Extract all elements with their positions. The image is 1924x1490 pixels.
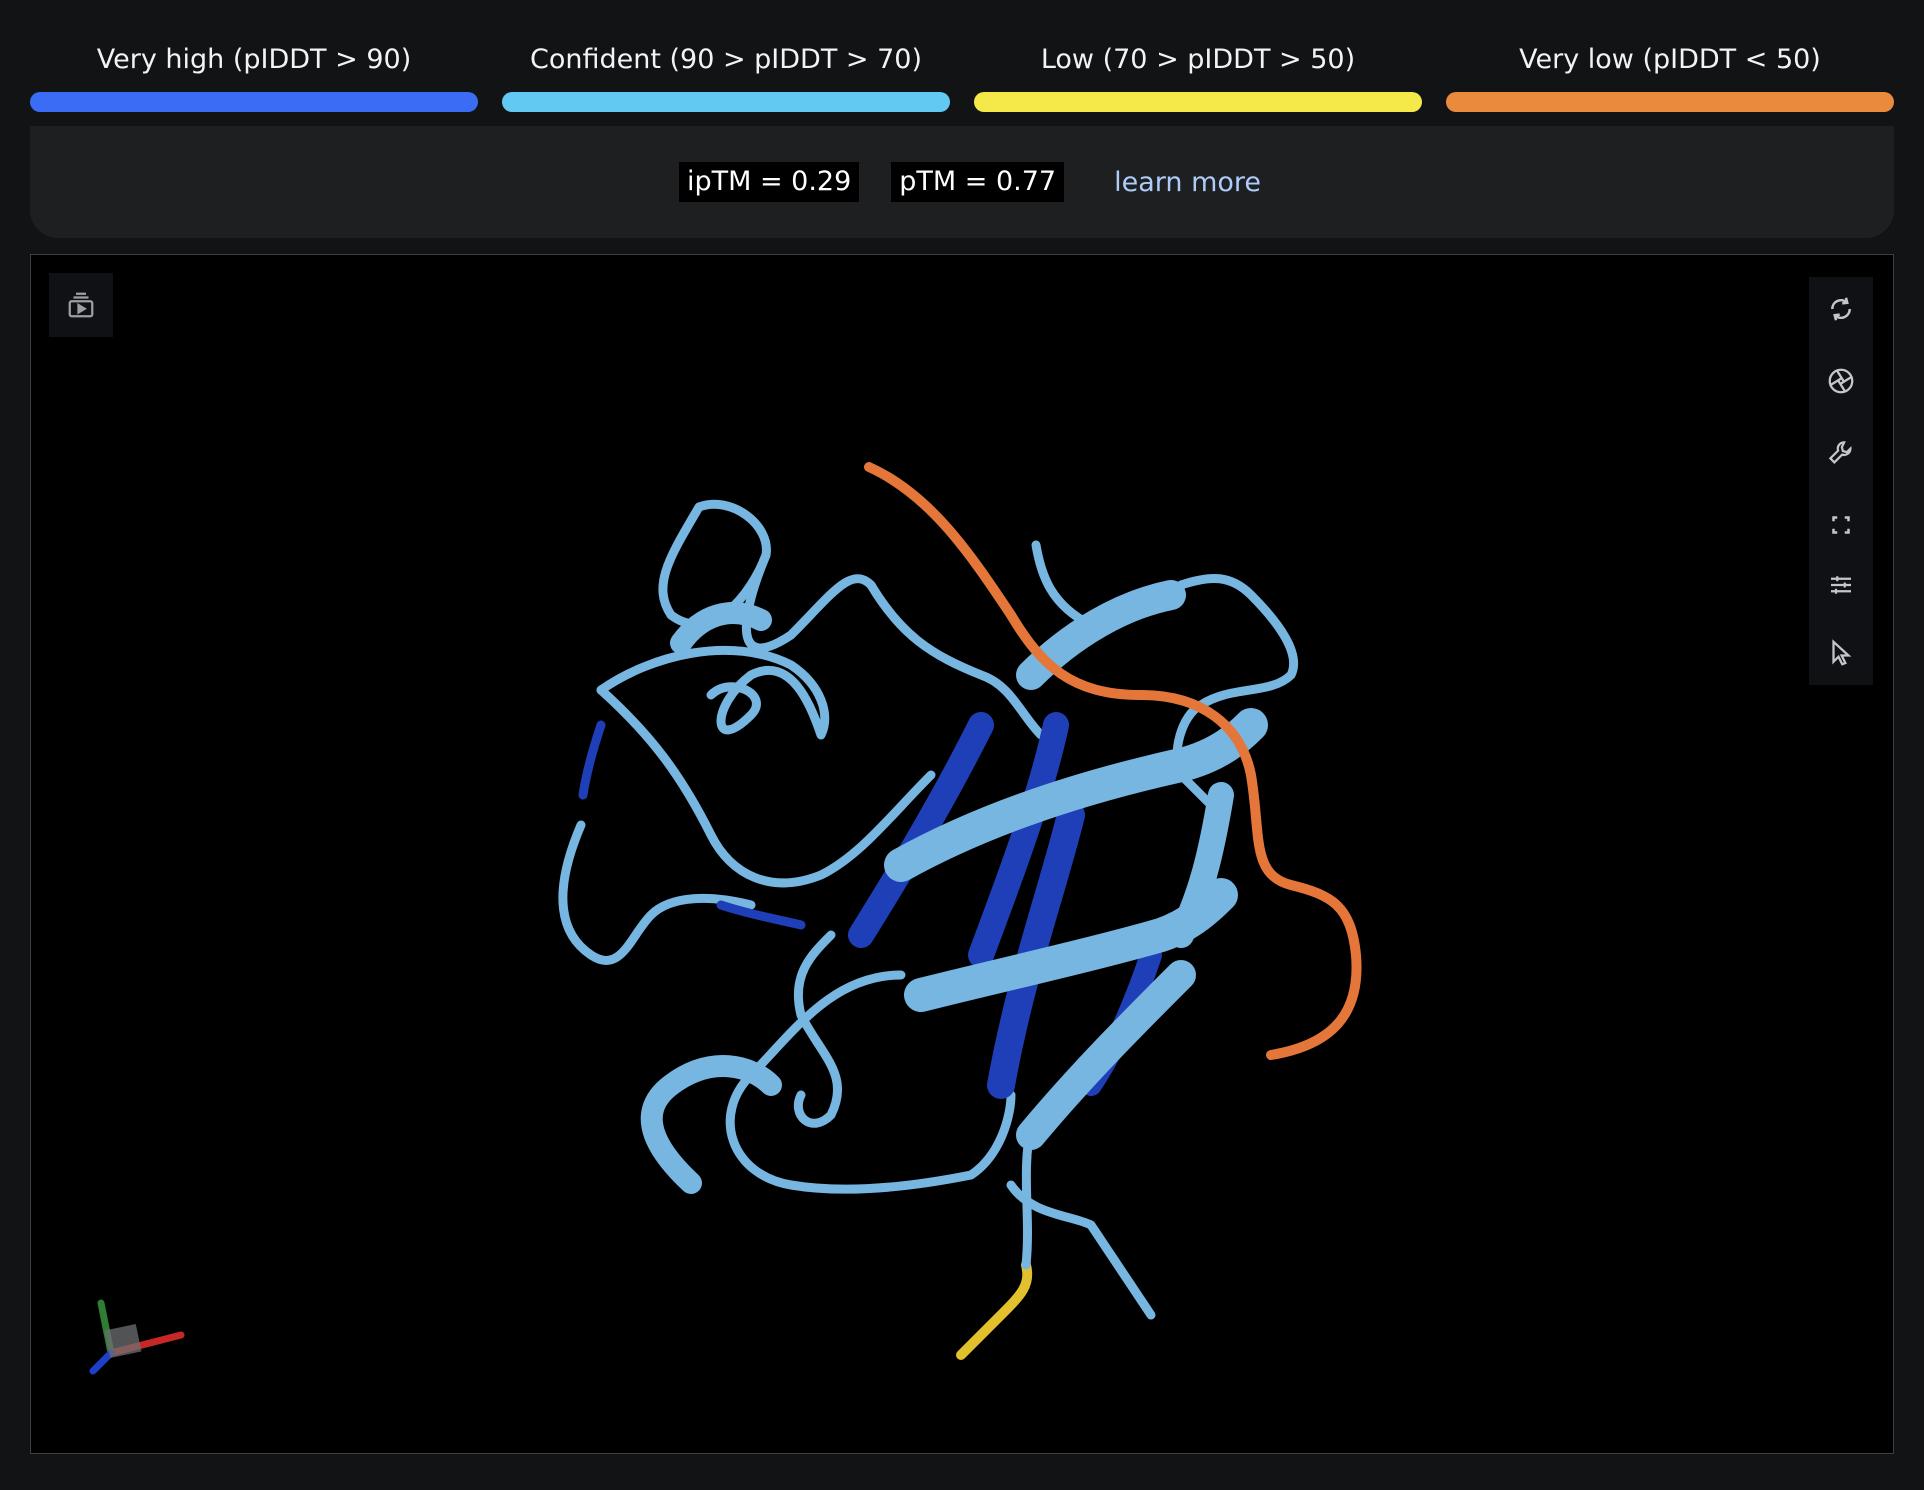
reset-view-button[interactable] — [1809, 277, 1873, 341]
select-button[interactable] — [1809, 621, 1873, 685]
legend-label: Very low (pIDDT < 50) — [1519, 44, 1821, 75]
animation-icon — [68, 292, 94, 318]
structure-tail-very-low — [864, 462, 1362, 1060]
structure-loop — [793, 930, 843, 1128]
legend-low: Low (70 > pIDDT > 50) — [974, 28, 1422, 112]
structure-loop — [558, 820, 756, 965]
legend-bar-very-high — [30, 92, 478, 112]
screenshot-button[interactable] — [1809, 349, 1873, 413]
plddt-legend: Very high (pIDDT > 90) Confident (90 > p… — [30, 28, 1894, 112]
settings-button[interactable] — [1809, 421, 1873, 485]
structure-loop — [1006, 1180, 1156, 1320]
structure-loop — [741, 550, 1046, 740]
fullscreen-icon — [1832, 516, 1850, 534]
reset-view-icon — [1830, 297, 1852, 321]
ptm-score: pTM = 0.77 — [891, 162, 1065, 202]
legend-confident: Confident (90 > pIDDT > 70) — [502, 28, 950, 112]
scores-panel: ipTM = 0.29 pTM = 0.77 learn more — [30, 126, 1894, 238]
structure-loop — [1031, 540, 1096, 630]
controls-sliders-icon — [1831, 576, 1851, 594]
iptm-score: ipTM = 0.29 — [678, 162, 860, 202]
legend-label: Low (70 > pIDDT > 50) — [1040, 44, 1356, 75]
fullscreen-button[interactable] — [1809, 493, 1873, 557]
legend-very-high: Very high (pIDDT > 90) — [30, 28, 478, 112]
legend-bar-confident — [502, 92, 950, 112]
axis-origin-cube — [104, 1323, 142, 1359]
settings-wrench-icon — [1828, 441, 1852, 464]
animation-button[interactable] — [49, 273, 113, 337]
select-cursor-icon — [1832, 639, 1852, 666]
axes-gizmo — [89, 1299, 185, 1375]
protein-structure-render[interactable] — [31, 255, 1893, 1453]
axis-z — [89, 1349, 115, 1375]
structure-strand — [1016, 960, 1196, 1150]
legend-label: Confident (90 > pIDDT > 70) — [529, 44, 923, 75]
controls-button[interactable] — [1809, 553, 1873, 617]
structure-loop-high — [578, 720, 606, 800]
legend-bar-low — [974, 92, 1422, 112]
structure-loop — [596, 685, 936, 888]
structure-tail-low — [956, 1260, 1033, 1360]
learn-more-link[interactable]: learn more — [1114, 167, 1261, 198]
legend-label: Very high (pIDDT > 90) — [96, 44, 412, 75]
structure-loop-high — [716, 900, 806, 930]
legend-very-low: Very low (pIDDT < 50) — [1446, 28, 1894, 112]
legend-bar-very-low — [1446, 92, 1894, 112]
screenshot-icon — [1828, 368, 1854, 394]
structure-loop — [1021, 1120, 1036, 1270]
structure-viewer[interactable] — [30, 254, 1894, 1454]
